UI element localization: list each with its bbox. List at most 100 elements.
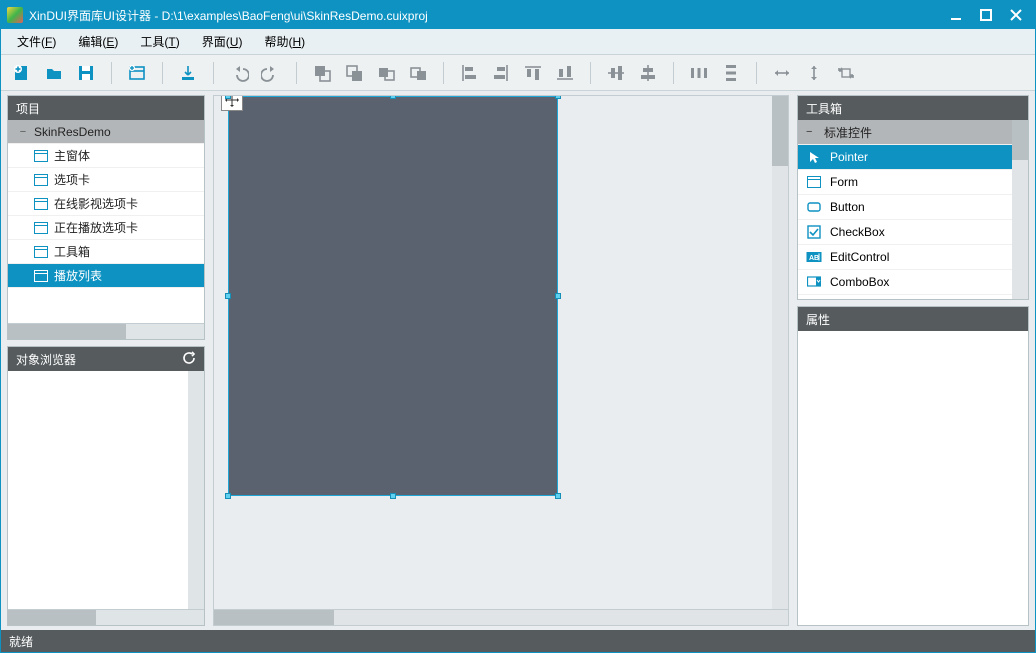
close-button[interactable] xyxy=(1003,5,1029,25)
project-root[interactable]: − SkinResDemo xyxy=(8,120,204,144)
button-icon xyxy=(806,199,822,215)
new-window-button[interactable] xyxy=(124,60,150,86)
resize-handle[interactable] xyxy=(555,493,561,499)
resize-handle[interactable] xyxy=(225,493,231,499)
align-bottom-button[interactable] xyxy=(552,60,578,86)
refresh-icon[interactable] xyxy=(182,351,196,368)
new-file-button[interactable] xyxy=(9,60,35,86)
resize-handle[interactable] xyxy=(225,96,231,99)
toolbar-separator xyxy=(111,62,112,84)
editcontrol-icon: AB xyxy=(806,249,822,265)
form-icon xyxy=(34,197,48,211)
object-browser-body[interactable] xyxy=(8,371,204,609)
properties-header: 属性 xyxy=(798,307,1028,331)
project-item-label: 工具箱 xyxy=(54,243,90,260)
undo-button[interactable] xyxy=(226,60,252,86)
bring-front-button[interactable] xyxy=(309,60,335,86)
toolbox-group[interactable]: − 标准控件 xyxy=(798,120,1012,145)
toolbox-list[interactable]: − 标准控件 Pointer Form B xyxy=(798,120,1012,299)
form-icon xyxy=(34,173,48,187)
project-item[interactable]: 选项卡 xyxy=(8,168,204,192)
left-column: 项目 − SkinResDemo 主窗体 选项卡 xyxy=(1,91,209,630)
send-backward-button[interactable] xyxy=(405,60,431,86)
object-browser-title: 对象浏览器 xyxy=(16,351,76,368)
toolbox-item-label: ComboBox xyxy=(830,275,889,289)
project-panel: 项目 − SkinResDemo 主窗体 选项卡 xyxy=(7,95,205,340)
toolbar-separator xyxy=(162,62,163,84)
form-icon xyxy=(34,245,48,259)
project-item-label: 在线影视选项卡 xyxy=(54,195,138,212)
project-item[interactable]: 正在播放选项卡 xyxy=(8,216,204,240)
menu-tool[interactable]: 工具(T) xyxy=(130,30,189,53)
bring-forward-button[interactable] xyxy=(373,60,399,86)
minimize-button[interactable] xyxy=(943,5,969,25)
resize-handle[interactable] xyxy=(390,96,396,99)
project-root-label: SkinResDemo xyxy=(34,125,111,139)
distribute-h-button[interactable] xyxy=(686,60,712,86)
project-item-label: 正在播放选项卡 xyxy=(54,219,138,236)
project-item[interactable]: 在线影视选项卡 xyxy=(8,192,204,216)
align-right-button[interactable] xyxy=(488,60,514,86)
toolbox-item-label: Button xyxy=(830,200,865,214)
maximize-button[interactable] xyxy=(973,5,999,25)
title-bar: XinDUI界面库UI设计器 - D:\1\examples\BaoFeng\u… xyxy=(1,1,1035,29)
resize-handle[interactable] xyxy=(225,293,231,299)
combobox-icon xyxy=(806,274,822,290)
project-hscrollbar[interactable] xyxy=(8,323,204,339)
toolbox-item-label: Form xyxy=(830,175,858,189)
redo-button[interactable] xyxy=(258,60,284,86)
toolbar-separator xyxy=(296,62,297,84)
toolbox-item-button[interactable]: Button xyxy=(798,195,1012,220)
distribute-v-button[interactable] xyxy=(718,60,744,86)
menu-edit[interactable]: 编辑(E) xyxy=(68,30,128,53)
menu-help[interactable]: 帮助(H) xyxy=(254,30,315,53)
toolbar-separator xyxy=(213,62,214,84)
align-center-h-button[interactable] xyxy=(603,60,629,86)
project-item[interactable]: 工具箱 xyxy=(8,240,204,264)
form-icon xyxy=(806,174,822,190)
same-width-button[interactable] xyxy=(769,60,795,86)
collapse-icon[interactable]: − xyxy=(18,127,28,137)
align-top-button[interactable] xyxy=(520,60,546,86)
toolbox-title: 工具箱 xyxy=(806,100,842,117)
design-canvas[interactable] xyxy=(214,96,772,609)
open-file-button[interactable] xyxy=(41,60,67,86)
project-item[interactable]: 主窗体 xyxy=(8,144,204,168)
align-left-button[interactable] xyxy=(456,60,482,86)
toolbox-item-label: EditControl xyxy=(830,250,889,264)
align-center-v-button[interactable] xyxy=(635,60,661,86)
canvas-hscrollbar[interactable] xyxy=(213,610,789,626)
toolbox-item-pointer[interactable]: Pointer xyxy=(798,145,1012,170)
properties-body[interactable] xyxy=(798,331,1028,625)
resize-handle[interactable] xyxy=(555,96,561,99)
project-item[interactable]: 播放列表 xyxy=(8,264,204,288)
project-tree[interactable]: − SkinResDemo 主窗体 选项卡 xyxy=(8,120,204,323)
design-surface[interactable] xyxy=(228,96,558,496)
toolbox-item-form[interactable]: Form xyxy=(798,170,1012,195)
object-vscrollbar[interactable] xyxy=(188,371,204,609)
project-item-label: 主窗体 xyxy=(54,147,90,164)
toolbar xyxy=(1,55,1035,91)
toolbox-item-checkbox[interactable]: CheckBox xyxy=(798,220,1012,245)
toolbox-header: 工具箱 xyxy=(798,96,1028,120)
toolbox-item-label: Pointer xyxy=(830,150,868,164)
pointer-icon xyxy=(806,149,822,165)
import-button[interactable] xyxy=(175,60,201,86)
canvas-vscrollbar[interactable] xyxy=(772,96,788,609)
object-hscrollbar[interactable] xyxy=(8,609,204,625)
same-size-button[interactable] xyxy=(833,60,859,86)
send-back-button[interactable] xyxy=(341,60,367,86)
menu-ui[interactable]: 界面(U) xyxy=(192,30,253,53)
save-button[interactable] xyxy=(73,60,99,86)
toolbox-vscrollbar[interactable] xyxy=(1012,120,1028,299)
properties-title: 属性 xyxy=(806,311,830,328)
collapse-icon[interactable]: − xyxy=(806,126,816,138)
same-height-button[interactable] xyxy=(801,60,827,86)
toolbox-item-editcontrol[interactable]: AB EditControl xyxy=(798,245,1012,270)
resize-handle[interactable] xyxy=(390,493,396,499)
toolbox-item-combobox[interactable]: ComboBox xyxy=(798,270,1012,295)
toolbar-separator xyxy=(590,62,591,84)
resize-handle[interactable] xyxy=(555,293,561,299)
project-panel-title: 项目 xyxy=(16,100,40,117)
menu-file[interactable]: 文件(F) xyxy=(7,30,66,53)
